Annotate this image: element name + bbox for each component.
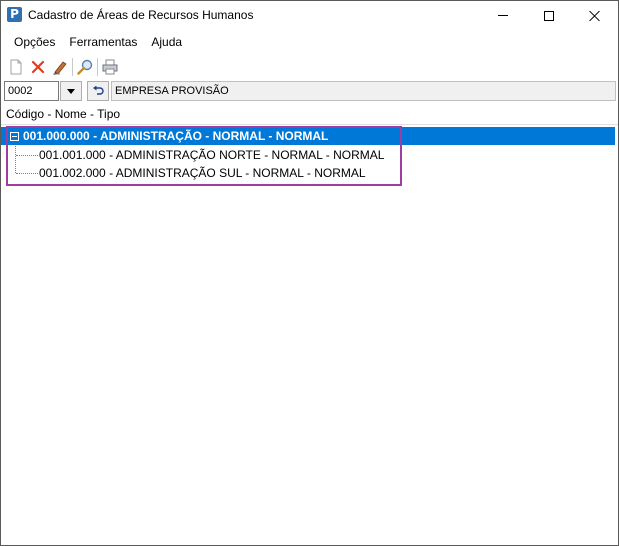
- search-icon: [77, 59, 93, 75]
- menu-ajuda[interactable]: Ajuda: [144, 35, 189, 49]
- menu-bar: Opções Ferramentas Ajuda: [1, 31, 618, 53]
- delete-icon: [31, 60, 45, 74]
- tree-node-child[interactable]: 001.001.000 - ADMINISTRAÇÃO NORTE - NORM…: [39, 146, 384, 164]
- window-title: Cadastro de Áreas de Recursos Humanos: [28, 8, 254, 22]
- tree-node-root[interactable]: 001.000.000 - ADMINISTRAÇÃO - NORMAL - N…: [1, 127, 615, 145]
- print-icon: [102, 59, 118, 75]
- company-selector: 0002 EMPRESA PROVISÃO: [1, 81, 618, 102]
- toolbar-separator: [72, 58, 73, 76]
- menu-opcoes[interactable]: Opções: [7, 35, 62, 49]
- tree-node-child[interactable]: 001.002.000 - ADMINISTRAÇÃO SUL - NORMAL…: [39, 164, 366, 182]
- menu-ferramentas[interactable]: Ferramentas: [62, 35, 144, 49]
- collapse-icon[interactable]: [10, 132, 19, 141]
- company-name-display: EMPRESA PROVISÃO: [111, 81, 616, 101]
- tree-node-label: 001.000.000 - ADMINISTRAÇÃO - NORMAL - N…: [23, 129, 329, 143]
- new-button[interactable]: [5, 56, 27, 78]
- tree-column-header[interactable]: Código - Nome - Tipo: [1, 103, 618, 125]
- maximize-button[interactable]: [526, 1, 572, 30]
- new-document-icon: [10, 59, 22, 75]
- minimize-icon: [498, 15, 508, 16]
- undo-icon: [93, 86, 104, 95]
- search-button[interactable]: [74, 56, 96, 78]
- edit-icon: [53, 61, 67, 75]
- tree-connector: [15, 146, 16, 173]
- app-icon: P: [7, 7, 22, 22]
- toolbar-separator: [97, 58, 98, 76]
- tree-connector: [16, 155, 38, 156]
- maximize-icon: [544, 10, 554, 21]
- print-button[interactable]: [99, 56, 121, 78]
- close-button[interactable]: [572, 1, 618, 30]
- delete-button[interactable]: [27, 56, 49, 78]
- close-icon: [589, 10, 601, 22]
- minimize-button[interactable]: [480, 1, 526, 30]
- title-bar[interactable]: P Cadastro de Áreas de Recursos Humanos: [1, 1, 618, 30]
- undo-button[interactable]: [87, 81, 109, 101]
- toolbar: [1, 54, 618, 80]
- edit-button[interactable]: [49, 56, 71, 78]
- company-dropdown-button[interactable]: [60, 81, 82, 101]
- company-code-field[interactable]: 0002: [4, 81, 59, 101]
- area-tree[interactable]: 001.000.000 - ADMINISTRAÇÃO - NORMAL - N…: [1, 126, 618, 545]
- tree-connector: [16, 173, 38, 174]
- chevron-down-icon: [67, 88, 75, 94]
- main-window: P Cadastro de Áreas de Recursos Humanos …: [0, 0, 619, 546]
